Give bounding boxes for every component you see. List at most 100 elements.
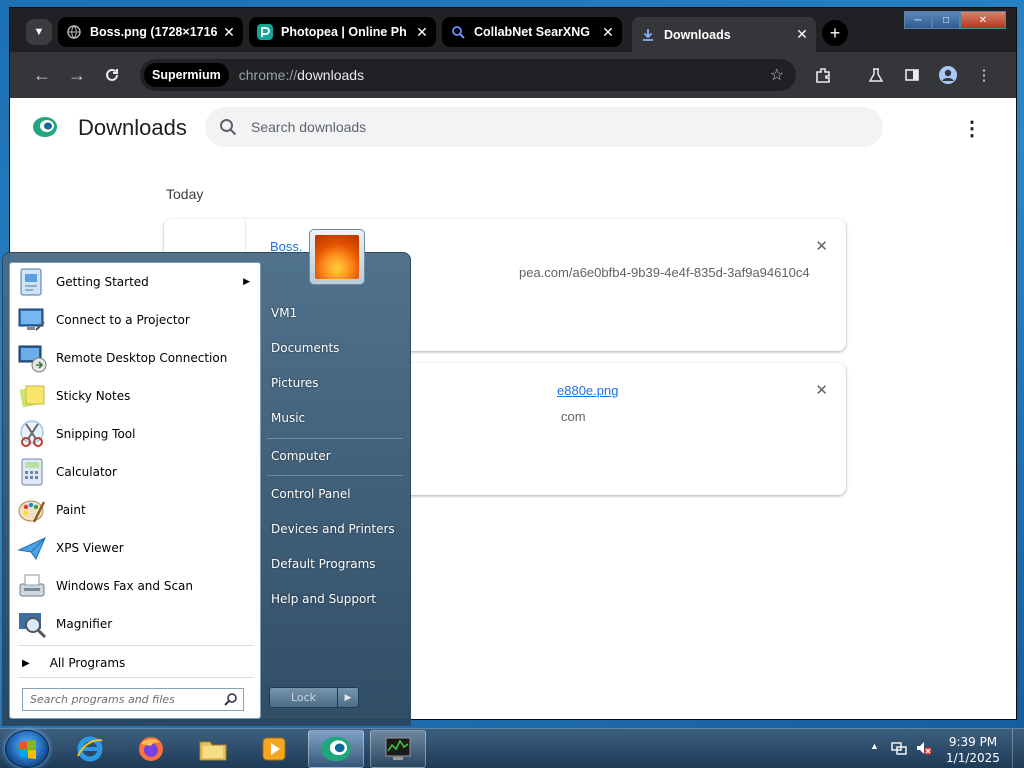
tab-close-icon[interactable]: ✕: [792, 26, 812, 43]
side-panel-icon[interactable]: [901, 64, 923, 86]
place-music[interactable]: Music: [271, 411, 305, 425]
program-label: Remote Desktop Connection: [56, 351, 228, 365]
program-xps-viewer[interactable]: XPS Viewer: [14, 530, 258, 566]
remove-download-icon[interactable]: ✕: [815, 381, 828, 399]
profile-avatar-icon[interactable]: [937, 64, 959, 86]
tab-search-button[interactable]: ▼: [26, 19, 52, 45]
place-default-programs[interactable]: Default Programs: [271, 557, 376, 571]
maximize-button[interactable]: □: [932, 11, 960, 29]
taskbar-media-player[interactable]: [246, 730, 302, 768]
system-clock[interactable]: 9:39 PM 1/1/2025: [942, 734, 1004, 766]
download-icon: [640, 27, 656, 43]
tab-photopea[interactable]: Photopea | Online Ph ✕: [249, 17, 436, 47]
download-filename-link[interactable]: e880e.png: [557, 383, 618, 398]
close-window-button[interactable]: ✕: [960, 11, 1006, 29]
globe-icon: [66, 24, 82, 40]
page-menu-icon[interactable]: ⋮: [962, 116, 982, 140]
place-pictures[interactable]: Pictures: [271, 376, 319, 390]
start-search-box[interactable]: [22, 688, 244, 711]
program-getting-started[interactable]: Getting Started ▶: [14, 264, 258, 300]
all-programs-label: All Programs: [49, 656, 126, 670]
program-snipping-tool[interactable]: Snipping Tool: [14, 416, 258, 452]
program-remote-desktop[interactable]: Remote Desktop Connection: [14, 340, 258, 376]
extensions-icon[interactable]: [812, 64, 834, 86]
url-text[interactable]: chrome://downloads: [239, 67, 364, 83]
place-documents[interactable]: Documents: [271, 341, 339, 355]
minimize-button[interactable]: ─: [904, 11, 932, 29]
program-label: Connect to a Projector: [56, 313, 190, 327]
back-button[interactable]: ←: [30, 63, 54, 87]
start-orb[interactable]: [5, 730, 49, 768]
remote-desktop-icon: [18, 345, 47, 373]
search-downloads-input[interactable]: [251, 119, 851, 135]
start-search-input[interactable]: [30, 693, 220, 706]
program-fax-scan[interactable]: Windows Fax and Scan: [14, 568, 258, 604]
menu-kebab-icon[interactable]: ⋮: [973, 64, 995, 86]
taskbar-internet-explorer[interactable]: [62, 730, 118, 768]
program-magnifier[interactable]: Magnifier: [14, 606, 258, 642]
forward-button[interactable]: →: [65, 63, 89, 87]
magnifier-icon: [19, 613, 47, 639]
arrow-left-icon: ←: [33, 64, 51, 85]
tab-strip: ▼ Boss.png (1728×1716 ✕ Photopea | Onlin…: [10, 8, 1016, 52]
program-label: Magnifier: [56, 617, 113, 631]
place-computer[interactable]: Computer: [271, 449, 331, 463]
projector-icon: [18, 308, 45, 331]
new-tab-button[interactable]: +: [822, 20, 848, 46]
program-sticky-notes[interactable]: Sticky Notes: [14, 378, 258, 414]
show-desktop-button[interactable]: [1012, 729, 1024, 768]
site-chip[interactable]: Supermium: [144, 63, 229, 87]
place-control-panel[interactable]: Control Panel: [271, 487, 351, 501]
program-label: Windows Fax and Scan: [56, 579, 194, 593]
photopea-icon: [257, 24, 273, 40]
plus-icon: +: [829, 22, 841, 43]
taskbar-supermium[interactable]: [308, 730, 364, 768]
lock-button-group: Lock ▶: [269, 687, 359, 708]
tab-close-icon[interactable]: ✕: [412, 24, 432, 41]
network-icon[interactable]: [891, 740, 907, 759]
program-connect-projector[interactable]: Connect to a Projector: [14, 302, 258, 338]
program-paint[interactable]: Paint: [14, 492, 258, 528]
shutdown-options-arrow-icon[interactable]: ▶: [338, 688, 358, 707]
user-picture[interactable]: [309, 229, 365, 285]
divider: [267, 438, 403, 439]
program-label: Calculator: [56, 465, 117, 479]
window-controls: ─ □ ✕: [904, 11, 1006, 29]
lock-button[interactable]: Lock: [270, 688, 338, 707]
tab-downloads[interactable]: Downloads ✕: [632, 17, 816, 52]
volume-muted-icon[interactable]: [915, 740, 933, 759]
bookmark-star-icon[interactable]: ☆: [770, 65, 784, 85]
fax-scan-icon: [19, 574, 45, 597]
all-programs-button[interactable]: ▶ All Programs: [14, 651, 258, 675]
minimize-icon: ─: [914, 14, 922, 26]
program-calculator[interactable]: Calculator: [14, 454, 258, 490]
labs-flask-icon[interactable]: [865, 64, 887, 86]
taskbar-firefox[interactable]: [123, 730, 179, 768]
address-bar[interactable]: Supermium chrome://downloads ☆: [140, 59, 796, 91]
program-label: XPS Viewer: [56, 541, 124, 555]
page-title: Downloads: [78, 115, 187, 140]
tab-close-icon[interactable]: ✕: [598, 24, 618, 41]
task-manager-icon: [385, 737, 411, 760]
place-devices-printers[interactable]: Devices and Printers: [271, 522, 395, 536]
media-player-icon: [262, 737, 286, 761]
tab-boss-png[interactable]: Boss.png (1728×1716 ✕: [58, 17, 243, 47]
download-source-url[interactable]: com: [561, 409, 586, 424]
reload-button[interactable]: [100, 63, 124, 87]
tab-close-icon[interactable]: ✕: [219, 24, 239, 41]
tab-searxng[interactable]: CollabNet SearXNG ✕: [442, 17, 622, 47]
program-label: Sticky Notes: [56, 389, 131, 403]
downloads-search[interactable]: [205, 107, 883, 147]
chevron-down-icon: ▼: [33, 26, 45, 38]
sticky-notes-icon: [19, 385, 45, 408]
download-source-url[interactable]: pea.com/a6e0bfb4-9b39-4e4f-835d-3af9a946…: [519, 265, 810, 280]
place-help-support[interactable]: Help and Support: [271, 592, 376, 606]
search-icon: [224, 693, 237, 706]
taskbar-file-explorer[interactable]: [185, 730, 241, 768]
supermium-logo: [33, 117, 57, 137]
taskbar-task-manager[interactable]: [370, 730, 426, 768]
show-hidden-icons-icon[interactable]: ▲: [870, 741, 879, 751]
place-user-folder[interactable]: VM1: [271, 306, 297, 320]
getting-started-icon: [20, 268, 42, 296]
remove-download-icon[interactable]: ✕: [815, 237, 828, 255]
